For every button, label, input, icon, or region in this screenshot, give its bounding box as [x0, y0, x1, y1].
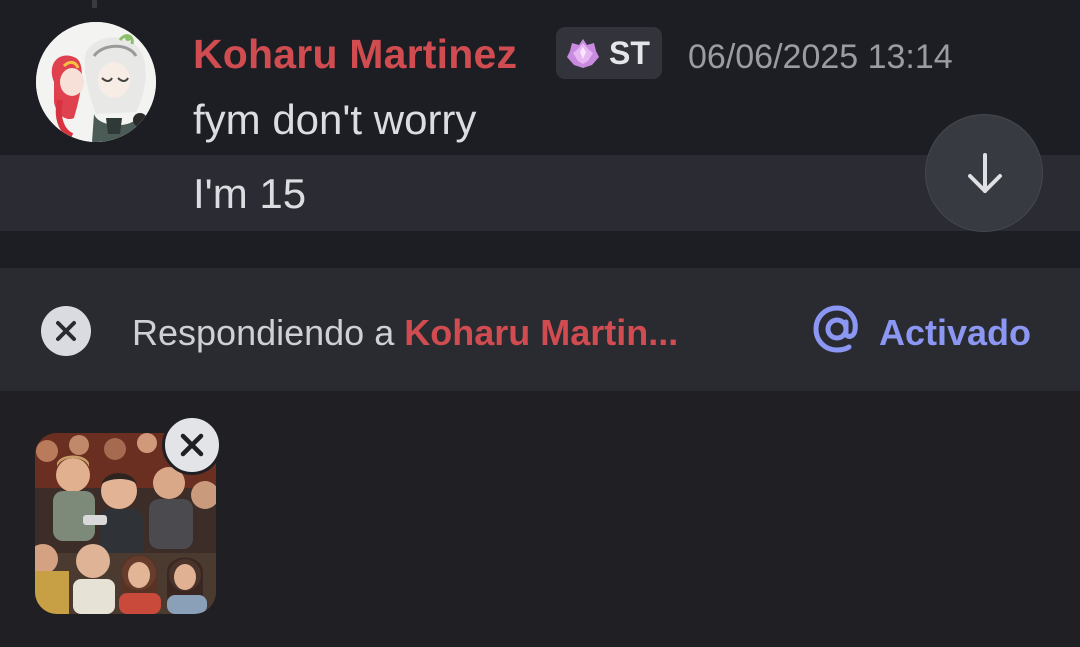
- message-text: fym don't worry: [193, 96, 477, 143]
- avatar[interactable]: [36, 22, 156, 142]
- message-text: I'm 15: [193, 170, 307, 217]
- close-icon: [56, 321, 76, 341]
- cancel-reply-button[interactable]: [41, 306, 91, 356]
- reply-bar: Respondiendo a Koharu Martin... Activado: [0, 268, 1080, 391]
- chat-screen: Koharu Martinez ST 06/06/2025 13:14 fym …: [0, 0, 1080, 647]
- remove-attachment-button[interactable]: [162, 415, 222, 475]
- attachment-tray: [0, 391, 1080, 647]
- scroll-to-bottom-button[interactable]: [925, 114, 1043, 232]
- reply-target-name: Koharu Martin...: [404, 312, 679, 353]
- role-tag[interactable]: ST: [556, 27, 662, 79]
- mention-toggle[interactable]: Activado: [879, 308, 1031, 358]
- arrow-down-icon: [968, 153, 1002, 193]
- message-timestamp: 06/06/2025 13:14: [688, 38, 953, 76]
- message-highlighted-row[interactable]: [0, 155, 1080, 231]
- reply-label: Respondiendo a Koharu Martin...: [132, 308, 678, 358]
- scroll-indicator: [92, 0, 97, 8]
- role-tag-label: ST: [609, 35, 650, 71]
- at-icon[interactable]: [812, 304, 862, 354]
- crystal-icon: [567, 39, 599, 68]
- message-author[interactable]: Koharu Martinez: [193, 29, 517, 79]
- reply-prefix: Respondiendo a: [132, 312, 405, 353]
- avatar-image: [36, 22, 156, 142]
- close-icon: [180, 433, 204, 457]
- message-list: Koharu Martinez ST 06/06/2025 13:14 fym …: [0, 0, 1080, 268]
